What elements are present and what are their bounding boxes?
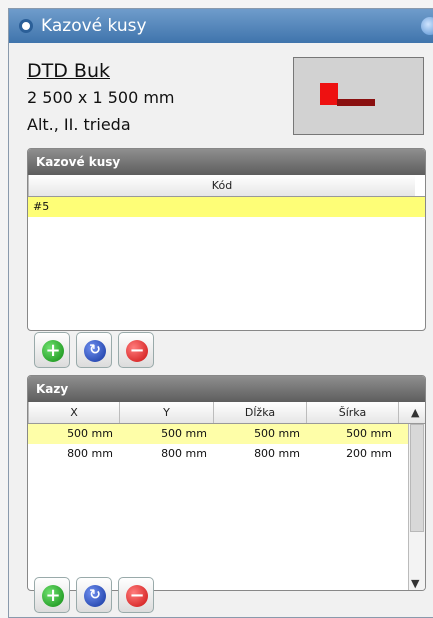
cell-x: 800 mm <box>67 447 113 460</box>
table-row[interactable]: 800 mm 800 mm 800 mm 200 mm <box>28 444 425 464</box>
panel-title: Kazové kusy <box>28 149 425 175</box>
material-info: DTD Buk 2 500 x 1 500 mm Alt., II. tried… <box>27 59 175 137</box>
panel1-actions: + ↻ − <box>34 332 160 368</box>
refresh-icon: ↻ <box>84 585 106 607</box>
add-button[interactable]: + <box>34 577 70 613</box>
panel-title: Kazy <box>28 376 425 402</box>
defect-piece-preview <box>320 83 338 105</box>
scroll-thumb[interactable] <box>410 424 424 532</box>
refresh-button[interactable]: ↻ <box>76 332 112 368</box>
remove-button[interactable]: − <box>118 577 154 613</box>
cell-y: 800 mm <box>161 447 207 460</box>
remove-icon: − <box>126 585 148 607</box>
cell-width: 200 mm <box>346 447 392 460</box>
table-header: Kód <box>28 175 425 197</box>
refresh-icon: ↻ <box>84 340 106 362</box>
column-header-y[interactable]: Y <box>119 402 213 423</box>
remove-icon: − <box>126 340 148 362</box>
defect-piece-preview-bar <box>337 99 375 106</box>
table-row[interactable]: #5 <box>28 197 425 217</box>
material-preview <box>293 57 424 135</box>
cell-width: 500 mm <box>346 427 392 440</box>
cell-length: 500 mm <box>254 427 300 440</box>
material-grade: Alt., II. trieda <box>27 115 131 134</box>
column-header-length[interactable]: Dĺžka <box>213 402 306 423</box>
window-button-icon[interactable] <box>421 17 433 35</box>
defect-pieces-panel: Kazové kusy Kód #5 <box>27 148 426 331</box>
add-icon: + <box>42 585 64 607</box>
title-bar: Kazové kusy <box>9 9 433 43</box>
panel2-actions: + ↻ − <box>34 577 160 613</box>
column-header-kod[interactable]: Kód <box>28 175 415 196</box>
column-header-width[interactable]: Šírka <box>306 402 398 423</box>
cell-x: 500 mm <box>67 427 113 440</box>
add-icon: + <box>42 340 64 362</box>
defects-panel: Kazy X Y Dĺžka Šírka 500 mm 500 mm 500 m… <box>27 375 426 591</box>
window-title: Kazové kusy <box>41 16 147 36</box>
scroll-down-icon[interactable]: ▼ <box>411 577 419 590</box>
app-window: Kazové kusy DTD Buk 2 500 x 1 500 mm Alt… <box>8 8 433 618</box>
table-header: X Y Dĺžka Šírka <box>28 402 425 424</box>
table-row[interactable]: 500 mm 500 mm 500 mm 500 mm <box>28 424 425 444</box>
column-header-x[interactable]: X <box>28 402 119 423</box>
scroll-up-icon[interactable]: ▲ <box>411 406 419 419</box>
refresh-button[interactable]: ↻ <box>76 577 112 613</box>
app-icon <box>19 19 33 33</box>
material-name[interactable]: DTD Buk <box>27 59 175 83</box>
vertical-scrollbar[interactable]: ▲ ▼ <box>408 406 425 590</box>
add-button[interactable]: + <box>34 332 70 368</box>
material-size: 2 500 x 1 500 mm <box>27 88 175 107</box>
remove-button[interactable]: − <box>118 332 154 368</box>
cell-length: 800 mm <box>254 447 300 460</box>
cell-y: 500 mm <box>161 427 207 440</box>
